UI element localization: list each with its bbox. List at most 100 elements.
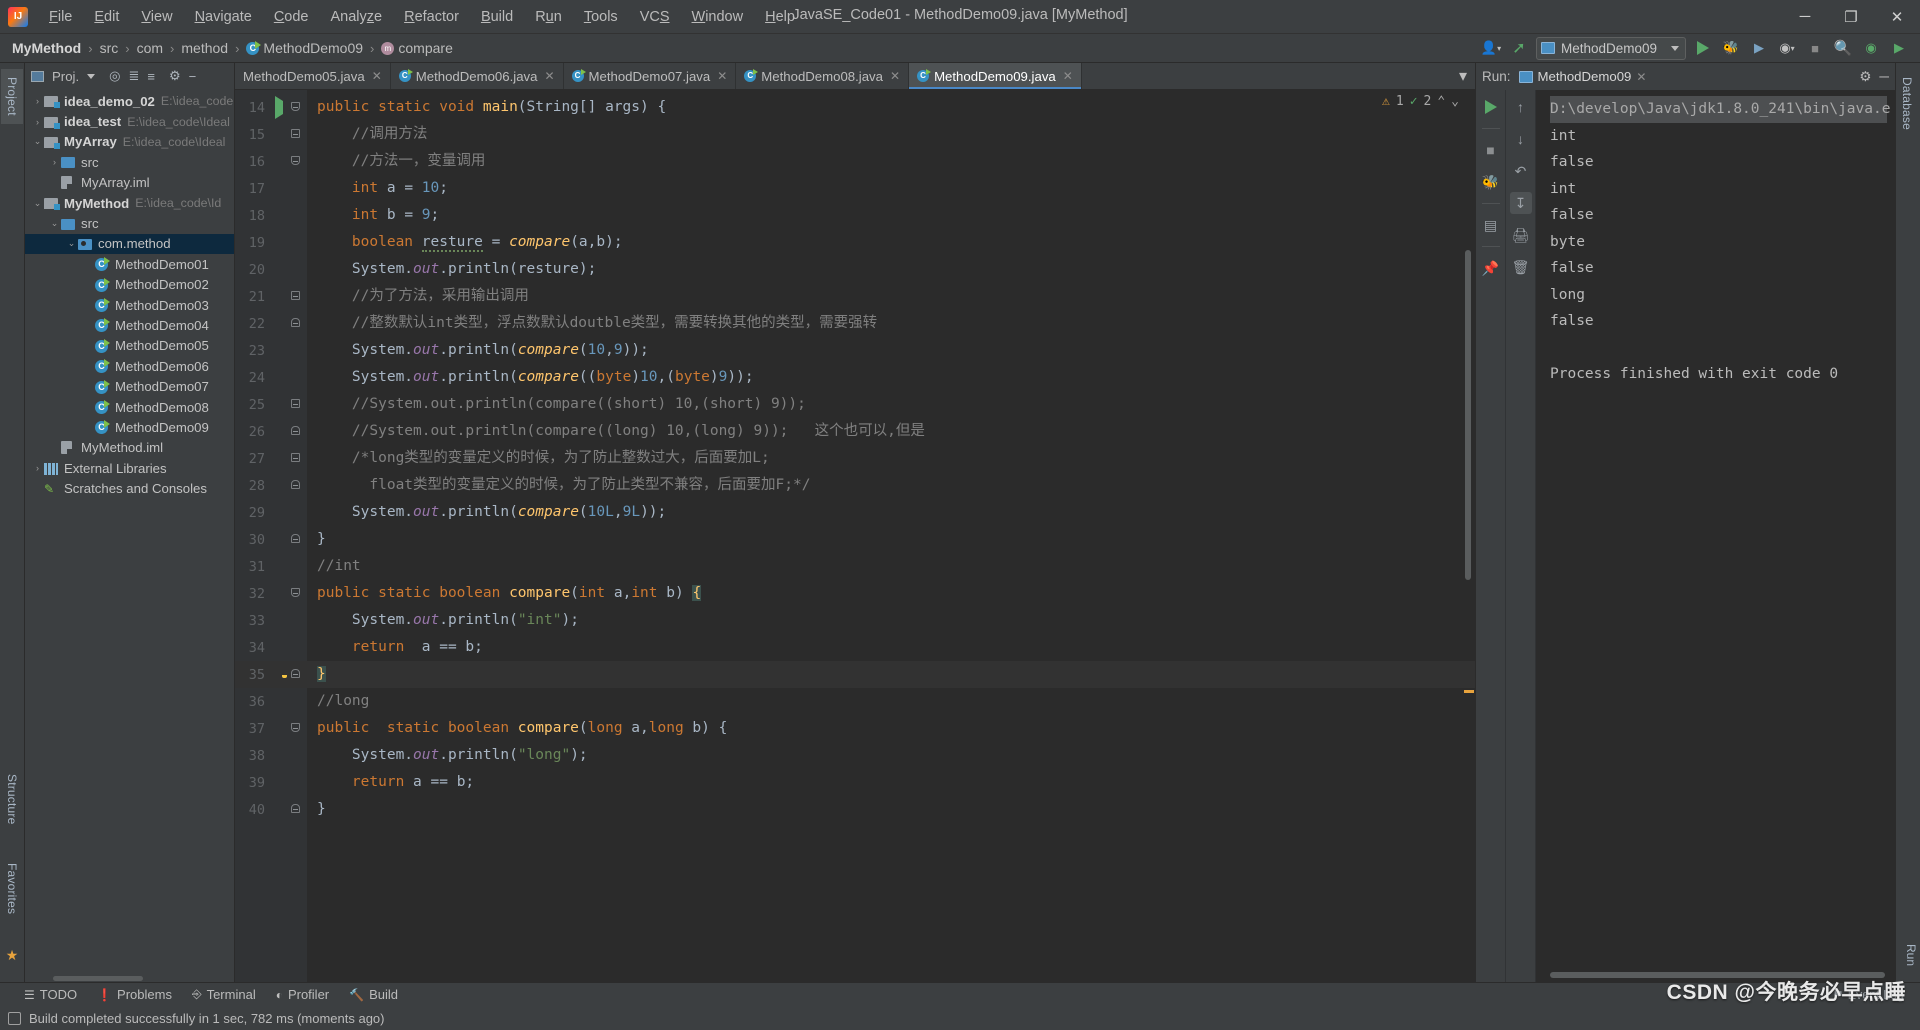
menu-view[interactable]: View (130, 5, 183, 29)
profile-button[interactable]: ◉ ▾ (1776, 37, 1798, 59)
sidebar-tab-favorites[interactable]: Favorites (1, 855, 23, 922)
layout-icon[interactable]: ▤ (1480, 214, 1502, 236)
run-tab[interactable]: MethodDemo09 ✕ (1518, 69, 1646, 84)
breadcrumb-item-src[interactable]: src (96, 39, 123, 57)
close-icon[interactable]: ✕ (544, 69, 554, 83)
menu-refactor[interactable]: Refactor (393, 5, 470, 29)
warning-marker[interactable] (1464, 690, 1474, 693)
bottom-tab-todo[interactable]: ☰ TODO (24, 987, 77, 1002)
run-configuration-selector[interactable]: MethodDemo09 (1536, 36, 1686, 60)
gutter-line-39[interactable]: 39 (235, 769, 307, 796)
menu-tools[interactable]: Tools (573, 5, 629, 29)
menu-analyze[interactable]: Analyze (320, 5, 394, 29)
gutter-line-18[interactable]: 18 (235, 202, 307, 229)
gutter-line-26[interactable]: 26 (235, 418, 307, 445)
chevron-right-icon[interactable]: › (48, 157, 61, 167)
rerun-icon[interactable] (1480, 96, 1502, 118)
sidebar-tab-project[interactable]: Project (1, 69, 23, 124)
tree-node-myarray-iml[interactable]: MyArray.iml (25, 173, 234, 193)
breadcrumb-item-project[interactable]: MyMethod (8, 39, 85, 57)
chevron-right-icon[interactable]: › (31, 96, 44, 106)
gutter-line-31[interactable]: 31 (235, 553, 307, 580)
menu-build[interactable]: Build (470, 5, 524, 29)
tree-node-scratches-and-consoles[interactable]: ✎ Scratches and Consoles (25, 478, 234, 498)
tree-node-idea-test[interactable]: › idea_test E:\idea_code\Ideal (25, 111, 234, 131)
collapse-all-icon[interactable]: ≡ (147, 69, 155, 84)
gutter-line-35[interactable]: 35 (235, 661, 307, 688)
gutter-line-34[interactable]: 34 (235, 634, 307, 661)
menu-navigate[interactable]: Navigate (184, 5, 263, 29)
gutter-line-20[interactable]: 20 (235, 256, 307, 283)
account-icon[interactable]: 👤 ▾ (1480, 37, 1502, 59)
minimize-button[interactable]: ─ (1782, 0, 1828, 33)
menu-run[interactable]: Run (524, 5, 573, 29)
project-horizontal-scrollbar[interactable] (25, 974, 234, 982)
gutter-line-28[interactable]: 28 (235, 472, 307, 499)
gear-icon[interactable]: ⚙ (1859, 69, 1871, 85)
play-all-icon[interactable]: ▶ (1888, 37, 1910, 59)
project-tree[interactable]: › idea_demo_02 E:\idea_code › idea_test E:\id… (25, 89, 234, 974)
fold-region-icon[interactable] (290, 318, 300, 327)
run-button[interactable] (1692, 37, 1714, 59)
tree-node-methoddemo08[interactable]: C MethodDemo08 (25, 397, 234, 417)
tree-node-methoddemo03[interactable]: C MethodDemo03 (25, 295, 234, 315)
close-icon[interactable]: ✕ (890, 69, 900, 83)
locate-icon[interactable]: ◎ (109, 68, 120, 84)
pin-icon[interactable]: 📌 (1480, 257, 1502, 279)
editor-tab-methoddemo09[interactable]: C MethodDemo09.java ✕ (909, 63, 1082, 89)
console-output[interactable]: D:\develop\Java\jdk1.8.0_241\bin\java.e i… (1536, 90, 1895, 982)
fold-region-icon[interactable] (290, 156, 300, 165)
tree-node-src[interactable]: ⌄ src (25, 213, 234, 233)
chevron-down-icon[interactable]: ⌄ (31, 136, 44, 147)
scroll-to-end-icon[interactable]: ↧ (1509, 192, 1532, 214)
gutter-line-17[interactable]: 17 (235, 175, 307, 202)
gutter-line-23[interactable]: 23 (235, 337, 307, 364)
chevron-down-icon[interactable]: ⌄ (65, 238, 78, 249)
stop-icon[interactable]: ■ (1480, 139, 1502, 161)
gutter-line-32[interactable]: 32 (235, 580, 307, 607)
fold-region-icon[interactable] (290, 399, 300, 408)
bottom-tab-problems[interactable]: ❗ Problems (97, 987, 172, 1002)
gutter-line-36[interactable]: 36 (235, 688, 307, 715)
chevron-down-icon[interactable] (87, 73, 96, 79)
bottom-tab-build[interactable]: 🔨 Build (349, 987, 398, 1002)
search-icon[interactable]: 🔍 (1832, 37, 1854, 59)
debug-button[interactable]: 🐝 (1720, 37, 1742, 59)
fold-region-icon[interactable] (290, 804, 300, 813)
gutter-line-14[interactable]: 14 (235, 94, 307, 121)
bottom-tab-terminal[interactable]: ⎆ Terminal (192, 987, 256, 1002)
fold-region-icon[interactable] (290, 426, 300, 435)
fold-region-icon[interactable] (290, 588, 300, 597)
gutter-line-40[interactable]: 40 (235, 796, 307, 823)
scroll-up-icon[interactable]: ↑ (1510, 96, 1532, 118)
debug-icon[interactable]: 🐝 (1480, 171, 1502, 193)
menu-code[interactable]: Code (263, 5, 320, 29)
tree-node-mymethod-iml[interactable]: MyMethod.iml (25, 438, 234, 458)
close-icon[interactable]: ✕ (717, 69, 727, 83)
soft-wrap-icon[interactable]: ↶ (1510, 160, 1532, 182)
sidebar-tab-structure[interactable]: Structure (1, 766, 23, 833)
tree-node-src[interactable]: › src (25, 152, 234, 172)
close-button[interactable]: ✕ (1874, 0, 1920, 33)
fold-region-icon[interactable] (290, 669, 300, 678)
gutter-line-38[interactable]: 38 (235, 742, 307, 769)
tree-node-idea-demo-02[interactable]: › idea_demo_02 E:\idea_code (25, 91, 234, 111)
chevron-right-icon[interactable]: › (31, 117, 44, 127)
tree-node-methoddemo05[interactable]: C MethodDemo05 (25, 336, 234, 356)
code-content[interactable]: ⚠ 1 ✓ 2 ⌃ ⌄ public static void main(Stri… (307, 90, 1475, 982)
hide-panel-icon[interactable]: ─ (1879, 69, 1889, 84)
editor-vertical-scrollbar[interactable] (1465, 250, 1471, 580)
menu-help[interactable]: Help (754, 5, 806, 29)
tree-node-external-libraries[interactable]: › External Libraries (25, 458, 234, 478)
tree-node-com-method[interactable]: ⌄ com.method (25, 233, 234, 255)
editor-tab-methoddemo06[interactable]: C MethodDemo06.java ✕ (391, 63, 564, 89)
gutter-line-29[interactable]: 29 (235, 499, 307, 526)
menu-edit[interactable]: Edit (83, 5, 130, 29)
gutter-line-22[interactable]: 22 (235, 310, 307, 337)
editor-tab-methoddemo08[interactable]: C MethodDemo08.java ✕ (736, 63, 910, 89)
update-icon[interactable]: ➚ (1508, 37, 1530, 59)
chevron-right-icon[interactable]: › (31, 463, 44, 473)
close-icon[interactable]: ✕ (1063, 69, 1073, 83)
hide-panel-icon[interactable]: − (189, 69, 197, 84)
tree-node-myarray[interactable]: ⌄ MyArray E:\idea_code\Ideal (25, 132, 234, 152)
